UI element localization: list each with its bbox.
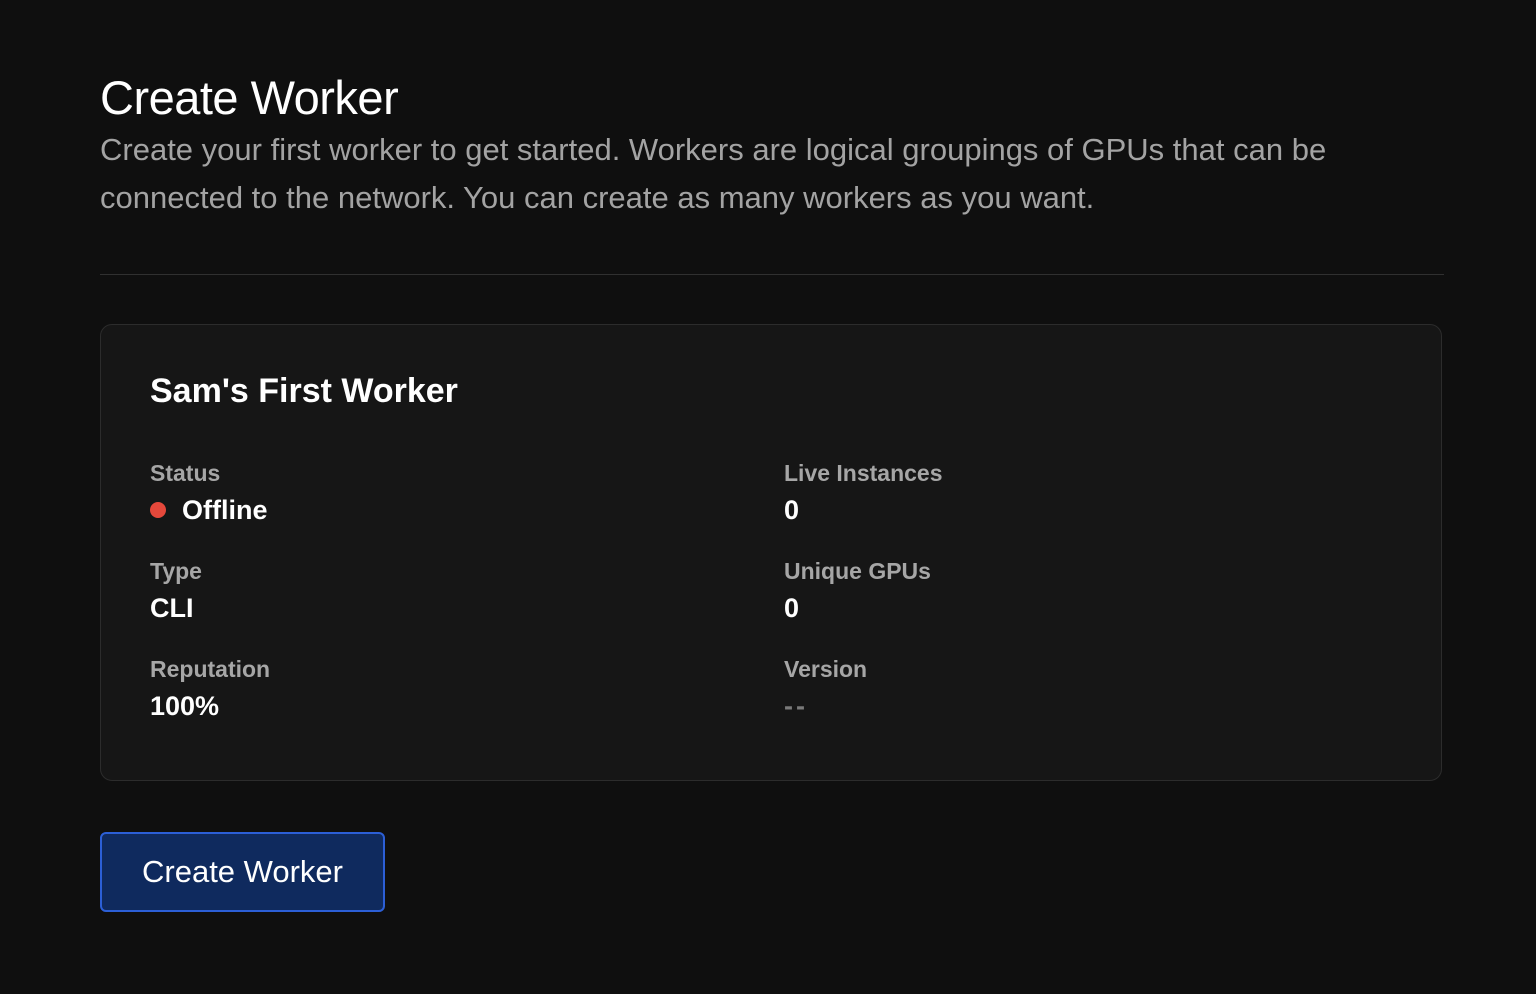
page-title: Create Worker: [100, 71, 399, 124]
create-worker-page: Create Worker Create your first worker t…: [0, 0, 1536, 994]
page-header: Create Worker Create your first worker t…: [100, 70, 1444, 222]
header-divider: [100, 274, 1444, 275]
version-field: Version --: [784, 654, 867, 724]
worker-name: Sam's First Worker: [150, 372, 458, 410]
type-label: Type: [150, 558, 202, 584]
reputation-field: Reputation 100%: [150, 654, 270, 724]
live-instances-label: Live Instances: [784, 460, 943, 486]
create-worker-button[interactable]: Create Worker: [100, 832, 385, 912]
status-indicator-dot-icon: [150, 502, 166, 518]
type-value: CLI: [150, 593, 194, 623]
status-field: Status Offline: [150, 458, 268, 528]
unique-gpus-label: Unique GPUs: [784, 558, 931, 584]
worker-card: Sam's First Worker Status Offline Type C…: [100, 324, 1442, 781]
status-value: Offline: [182, 495, 268, 525]
version-value: --: [784, 691, 808, 721]
live-instances-field: Live Instances 0: [784, 458, 943, 528]
unique-gpus-value: 0: [784, 593, 800, 623]
page-description: Create your first worker to get started.…: [100, 132, 1327, 215]
status-label: Status: [150, 460, 221, 486]
version-label: Version: [784, 656, 868, 682]
status-value-row: Offline: [150, 492, 268, 528]
type-field: Type CLI: [150, 556, 202, 626]
reputation-label: Reputation: [150, 656, 271, 682]
reputation-value: 100%: [150, 691, 220, 721]
unique-gpus-field: Unique GPUs 0: [784, 556, 931, 626]
live-instances-value: 0: [784, 495, 800, 525]
